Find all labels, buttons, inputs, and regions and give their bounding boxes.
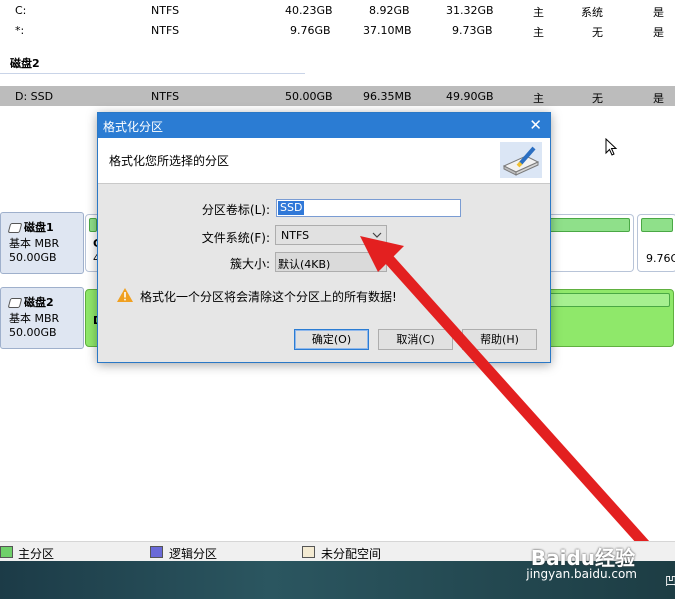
annotation-arrow bbox=[360, 236, 654, 554]
legend-primary: 主分区 bbox=[18, 547, 55, 561]
logical-partition-swatch bbox=[150, 546, 163, 558]
watermark-url: jingyan.baidu.com bbox=[526, 567, 637, 581]
primary-partition-swatch bbox=[0, 546, 13, 558]
legend-logical: 逻辑分区 bbox=[169, 547, 218, 561]
taskbar-glyph: 凹 bbox=[665, 574, 675, 588]
legend-unallocated: 未分配空间 bbox=[321, 547, 382, 561]
unallocated-swatch bbox=[302, 546, 315, 558]
